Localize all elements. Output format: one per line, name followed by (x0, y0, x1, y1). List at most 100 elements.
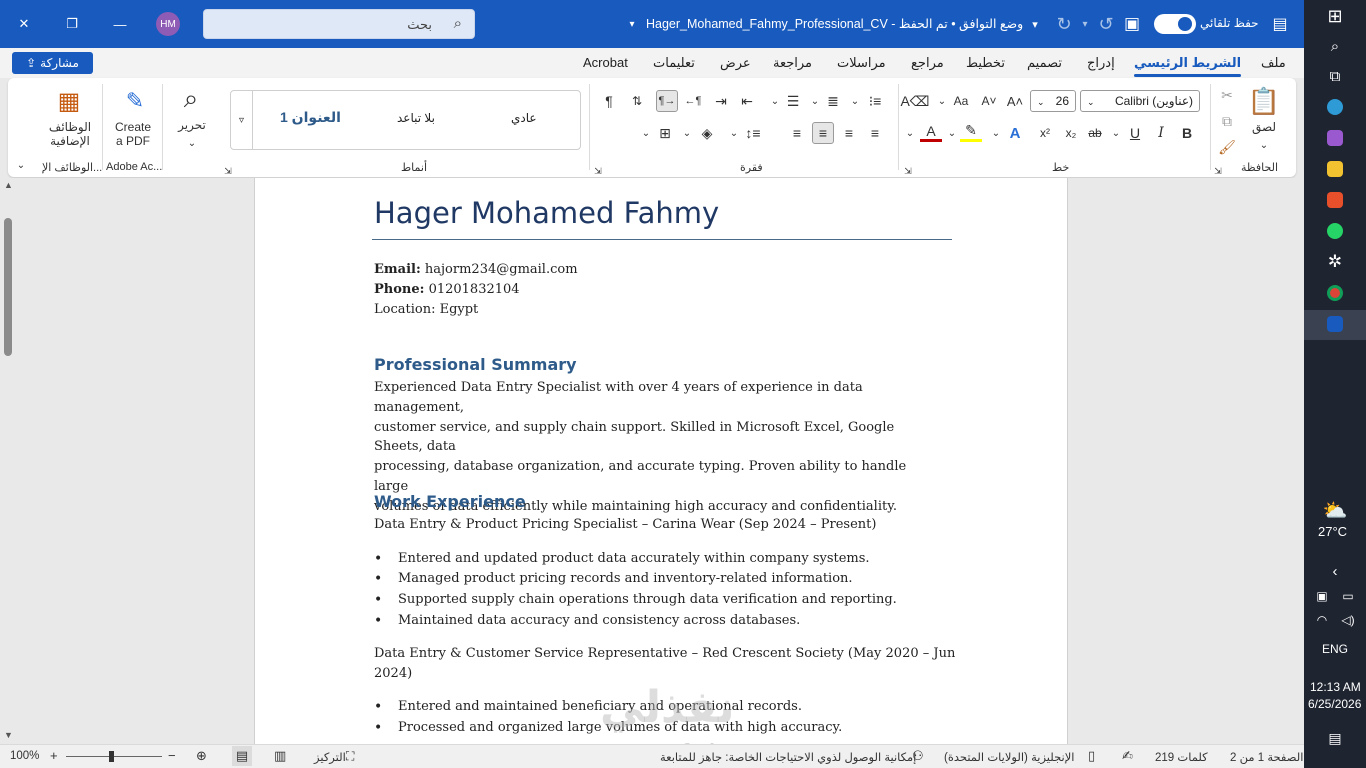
tab-acrobat[interactable]: Acrobat (583, 55, 628, 70)
vertical-scrollbar[interactable]: ▲ ▼ (0, 178, 16, 744)
chevron-down-icon[interactable]: ⌄ (946, 122, 958, 144)
scroll-down-icon[interactable]: ▼ (4, 730, 13, 740)
chrome-icon[interactable] (1321, 279, 1349, 307)
font-color-icon[interactable]: A (920, 122, 942, 142)
whatsapp-icon[interactable] (1321, 217, 1349, 245)
customize-toolbar-icon[interactable]: ▾ (1026, 8, 1044, 40)
chevron-down-icon[interactable]: ▾ (624, 8, 640, 40)
tab-mailings[interactable]: مراسلات (837, 55, 886, 71)
decrease-indent-icon[interactable]: ⇤ (736, 90, 758, 112)
email-line[interactable]: Email: hajorm234@gmail.com (374, 260, 578, 280)
superscript-icon[interactable]: x² (1034, 122, 1056, 144)
focus-button[interactable]: التركيز (314, 750, 346, 764)
edge-icon[interactable] (1321, 93, 1349, 121)
underline-icon[interactable]: U (1124, 122, 1146, 144)
tab-layout[interactable]: تخطيط (966, 55, 1005, 71)
format-painter-icon[interactable]: 🖌 (1216, 136, 1238, 158)
temperature[interactable]: 27°C (1318, 524, 1347, 539)
proofing-icon[interactable]: ▯ (1088, 748, 1095, 764)
redo-dropdown-icon[interactable]: ▾ (1078, 8, 1092, 40)
paste-dropdown-icon[interactable]: ⌄ (1258, 134, 1270, 156)
scroll-up-icon[interactable]: ▲ (4, 180, 13, 190)
tab-help[interactable]: تعليمات (653, 55, 695, 71)
redo-icon[interactable]: ↻ (1052, 8, 1076, 40)
paste-icon[interactable]: 📋 (1248, 84, 1280, 118)
change-case-icon[interactable]: Aa (950, 90, 972, 112)
tab-review[interactable]: مراجعة (773, 55, 812, 71)
word-app-icon[interactable] (1321, 310, 1349, 338)
shrink-font-icon[interactable]: A˅ (978, 90, 1000, 112)
wifi-icon[interactable]: ◠ (1308, 606, 1336, 634)
input-language[interactable]: ENG (1322, 642, 1348, 656)
brave-icon[interactable] (1321, 186, 1349, 214)
job2-title-line1[interactable]: Data Entry & Customer Service Representa… (374, 644, 955, 664)
copy-icon[interactable]: ⧉ (1216, 110, 1238, 132)
share-button[interactable]: ⇪ مشاركة (12, 52, 93, 74)
notifications-icon[interactable]: ▤ (1321, 724, 1349, 752)
highlight-icon[interactable]: ✎ (960, 122, 982, 142)
undo-icon[interactable]: ↺ (1094, 8, 1118, 40)
chevron-down-icon[interactable]: ⌄ (681, 122, 693, 144)
increase-indent-icon[interactable]: ⇥ (710, 90, 732, 112)
styles-more-icon[interactable]: ▿ (231, 91, 253, 149)
style-normal[interactable]: عادي (511, 111, 537, 125)
tab-references[interactable]: مراجع (911, 55, 944, 71)
search-input[interactable]: بحث ⌕ (203, 9, 475, 39)
align-left-icon[interactable]: ≡ (812, 122, 834, 144)
word-count[interactable]: 219 كلمات (1155, 750, 1208, 764)
job2-title-line2[interactable]: 2024) (374, 664, 412, 684)
windows-start-icon[interactable]: ⊞ (1321, 2, 1349, 30)
justify-icon[interactable]: ≡ (786, 122, 808, 144)
close-icon[interactable]: ✕ (4, 8, 44, 40)
clear-formatting-icon[interactable]: A⌫ (900, 90, 929, 112)
scrollbar-thumb[interactable] (4, 218, 12, 356)
show-formatting-icon[interactable]: ¶ (598, 90, 620, 112)
clock-date[interactable]: 6/25/2026 (1308, 697, 1361, 711)
rtl-direction-icon[interactable]: ←¶ (682, 90, 704, 112)
zoom-slider[interactable] (66, 756, 162, 757)
weather-icon[interactable]: ⛅ (1321, 496, 1349, 524)
chevron-down-icon[interactable]: ⌄ (936, 90, 948, 112)
volume-icon[interactable]: ◁) (1334, 606, 1362, 634)
tab-design[interactable]: تصميم (1027, 55, 1062, 71)
summary-heading[interactable]: Professional Summary (374, 355, 577, 374)
accessibility-status[interactable]: إمكانية الوصول لذوي الاحتياجات الخاصة: ج… (660, 750, 916, 764)
task-view-icon[interactable]: ⧉ (1321, 62, 1349, 90)
clock-time[interactable]: 12:13 AM (1310, 680, 1361, 694)
tab-view[interactable]: عرض (720, 55, 751, 71)
ltr-direction-icon[interactable]: ¶→ (656, 90, 678, 112)
cv-name[interactable]: Hager Mohamed Fahmy (374, 196, 719, 230)
restore-icon[interactable]: ❐ (52, 8, 92, 40)
zoom-slider-thumb[interactable] (109, 751, 114, 762)
style-no-spacing[interactable]: بلا تباعد (397, 111, 435, 125)
bullets-icon[interactable]: ⁝≡ (864, 90, 886, 112)
subscript-icon[interactable]: x₂ (1060, 122, 1082, 144)
create-pdf-icon[interactable]: ✎ (120, 86, 150, 116)
search-icon[interactable]: ⌕ (1321, 32, 1349, 60)
chevron-down-icon[interactable]: ⌄ (849, 90, 861, 112)
read-mode-icon[interactable]: ▥ (274, 748, 286, 764)
zoom-level[interactable]: 100% (10, 750, 39, 762)
list-item[interactable]: Supported supply chain operations throug… (374, 590, 897, 610)
zoom-out-icon[interactable]: − (168, 748, 176, 763)
language-status[interactable]: الإنجليزية (الولايات المتحدة) (944, 750, 1074, 764)
grow-font-icon[interactable]: A˄ (1004, 90, 1026, 112)
line-spacing-icon[interactable]: ↕≡ (742, 122, 764, 144)
align-right-icon[interactable]: ≡ (864, 122, 886, 144)
tab-home[interactable]: الشريط الرئيسي (1134, 55, 1242, 77)
numbering-icon[interactable]: ≣ (822, 90, 844, 112)
chatgpt-icon[interactable]: ✲ (1321, 248, 1349, 276)
cut-icon[interactable]: ✂ (1216, 84, 1238, 106)
zoom-in-icon[interactable]: + (50, 748, 58, 763)
font-size-select[interactable]: ⌄ 26 (1030, 90, 1076, 112)
editing-button[interactable]: تحرير (170, 118, 214, 132)
track-changes-icon[interactable]: ✍ (1122, 748, 1133, 764)
chevron-down-icon[interactable]: ⌄ (809, 90, 821, 112)
collapse-ribbon-icon[interactable]: ⌄ (10, 154, 32, 176)
save-icon[interactable]: ▣ (1120, 8, 1144, 40)
page-count[interactable]: الصفحة 1 من 2 (1230, 750, 1303, 764)
chevron-down-icon[interactable]: ⌄ (640, 122, 652, 144)
chevron-down-icon[interactable]: ⌄ (990, 122, 1002, 144)
shading-icon[interactable]: ◈ (696, 122, 718, 144)
style-heading1[interactable]: العنوان 1 (280, 109, 341, 126)
